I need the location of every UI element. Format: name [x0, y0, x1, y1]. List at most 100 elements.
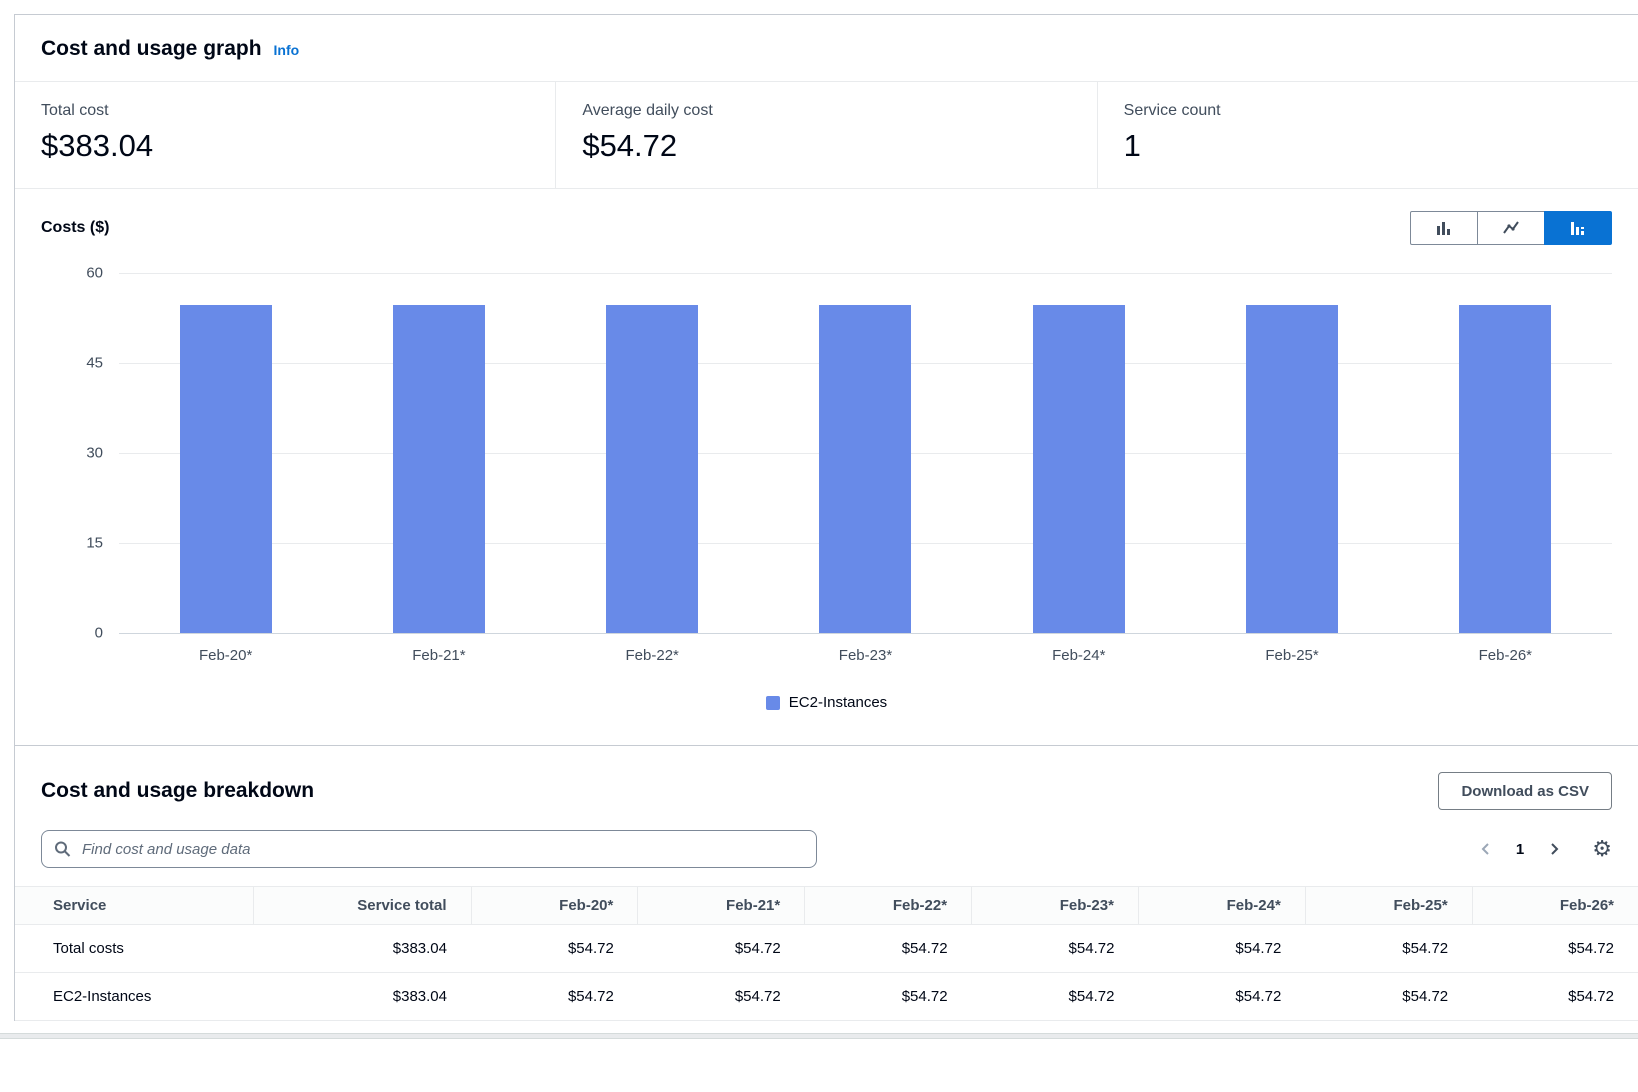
bar-ec2-instances[interactable]: [180, 305, 272, 633]
x-axis-label: Feb-22*: [546, 647, 759, 664]
value-cell: $54.72: [1305, 925, 1472, 973]
bar-slot: [1185, 273, 1398, 633]
table-controls-row: 1 ⚙: [15, 810, 1638, 882]
chart-type-toggle-group: [1410, 211, 1612, 245]
x-axis-baseline: [119, 633, 1612, 634]
x-labels-row: Feb-20*Feb-21*Feb-22*Feb-23*Feb-24*Feb-2…: [119, 647, 1612, 664]
value-cell: $54.72: [805, 973, 972, 1021]
grouped-bar-chart-toggle[interactable]: [1410, 211, 1478, 245]
bar-slot: [546, 273, 759, 633]
value-cell: $54.72: [972, 973, 1139, 1021]
table-row: Total costs$383.04$54.72$54.72$54.72$54.…: [15, 925, 1638, 973]
stat-value: $383.04: [41, 128, 529, 164]
stat-average-daily-cost: Average daily cost $54.72: [555, 82, 1096, 188]
x-axis-label: Feb-26*: [1399, 647, 1612, 664]
bar-slot: [332, 273, 545, 633]
breakdown-header: Cost and usage breakdown Download as CSV: [15, 772, 1638, 810]
gear-icon: ⚙: [1592, 836, 1612, 861]
next-page-button[interactable]: [1544, 839, 1564, 859]
service-cell: EC2-Instances: [15, 973, 253, 1021]
x-axis-label: Feb-21*: [332, 647, 545, 664]
current-page[interactable]: 1: [1516, 841, 1524, 858]
pagination: 1 ⚙: [1476, 838, 1612, 860]
column-header: Feb-23*: [972, 887, 1139, 925]
value-cell: $383.04: [253, 925, 471, 973]
table-header: ServiceService totalFeb-20*Feb-21*Feb-22…: [15, 887, 1638, 925]
y-tick-label: 30: [86, 445, 103, 462]
info-link[interactable]: Info: [274, 42, 300, 58]
table-header-row: ServiceService totalFeb-20*Feb-21*Feb-22…: [15, 887, 1638, 925]
plot-area: [119, 273, 1612, 633]
bar-ec2-instances[interactable]: [1459, 305, 1551, 633]
column-header: Feb-21*: [638, 887, 805, 925]
table-row: EC2-Instances$383.04$54.72$54.72$54.72$5…: [15, 973, 1638, 1021]
value-cell: $54.72: [471, 973, 638, 1021]
x-axis-label: Feb-25*: [1185, 647, 1398, 664]
search-input[interactable]: [41, 830, 817, 868]
column-header: Feb-22*: [805, 887, 972, 925]
bar-slot: [972, 273, 1185, 633]
chart-toolbar: Costs ($): [41, 211, 1612, 245]
x-axis-label: Feb-24*: [972, 647, 1185, 664]
y-tick-label: 45: [86, 355, 103, 372]
grouped-bar-chart-icon: [1435, 219, 1453, 237]
stat-label: Service count: [1124, 102, 1612, 120]
bar-ec2-instances[interactable]: [393, 305, 485, 633]
column-header: Service: [15, 887, 253, 925]
bar-ec2-instances[interactable]: [1033, 305, 1125, 633]
service-cell: Total costs: [15, 925, 253, 973]
bar-ec2-instances[interactable]: [606, 305, 698, 633]
y-axis-title: Costs ($): [41, 211, 109, 237]
value-cell: $54.72: [972, 925, 1139, 973]
stat-total-cost: Total cost $383.04: [15, 82, 555, 188]
card-header: Cost and usage graph Info: [15, 15, 1638, 82]
bar-slot: [119, 273, 332, 633]
stacked-bar-chart-icon: [1569, 219, 1587, 237]
column-header: Feb-24*: [1138, 887, 1305, 925]
value-cell: $54.72: [1138, 973, 1305, 1021]
previous-page-button[interactable]: [1476, 839, 1496, 859]
column-header: Feb-20*: [471, 887, 638, 925]
bar-chart: 604530150: [41, 273, 1612, 633]
chevron-left-icon: [1478, 841, 1494, 857]
search-icon: [54, 841, 71, 858]
value-cell: $54.72: [1472, 925, 1638, 973]
value-cell: $383.04: [253, 973, 471, 1021]
chevron-right-icon: [1546, 841, 1562, 857]
bar-ec2-instances[interactable]: [1246, 305, 1338, 633]
value-cell: $54.72: [638, 973, 805, 1021]
value-cell: $54.72: [805, 925, 972, 973]
download-csv-button[interactable]: Download as CSV: [1438, 772, 1612, 810]
page-title: Cost and usage graph: [41, 37, 262, 61]
value-cell: $54.72: [638, 925, 805, 973]
chart-legend: EC2-Instances: [41, 694, 1612, 711]
legend-label: EC2-Instances: [789, 694, 887, 711]
page: Cost and usage graph Info Total cost $38…: [0, 0, 1638, 1039]
stat-value: 1: [1124, 128, 1612, 164]
legend-swatch: [766, 696, 780, 710]
section-divider: [0, 1033, 1638, 1039]
breakdown-title: Cost and usage breakdown: [41, 779, 314, 803]
value-cell: $54.72: [1138, 925, 1305, 973]
line-chart-toggle[interactable]: [1477, 211, 1545, 245]
column-header: Feb-25*: [1305, 887, 1472, 925]
bars-row: [119, 273, 1612, 633]
line-chart-icon: [1502, 219, 1520, 237]
stat-label: Average daily cost: [582, 102, 1070, 120]
stacked-bar-chart-toggle[interactable]: [1544, 211, 1612, 245]
bar-slot: [759, 273, 972, 633]
search-box: [41, 830, 817, 868]
value-cell: $54.72: [1305, 973, 1472, 1021]
y-tick-label: 60: [86, 265, 103, 282]
table-body: Total costs$383.04$54.72$54.72$54.72$54.…: [15, 925, 1638, 1021]
stats-row: Total cost $383.04 Average daily cost $5…: [15, 82, 1638, 189]
bar-ec2-instances[interactable]: [819, 305, 911, 633]
stat-service-count: Service count 1: [1097, 82, 1638, 188]
x-axis-label: Feb-20*: [119, 647, 332, 664]
table-settings-button[interactable]: ⚙: [1592, 838, 1612, 860]
x-axis-label: Feb-23*: [759, 647, 972, 664]
value-cell: $54.72: [471, 925, 638, 973]
y-tick-label: 15: [86, 535, 103, 552]
column-header: Service total: [253, 887, 471, 925]
y-axis: 604530150: [41, 273, 119, 633]
